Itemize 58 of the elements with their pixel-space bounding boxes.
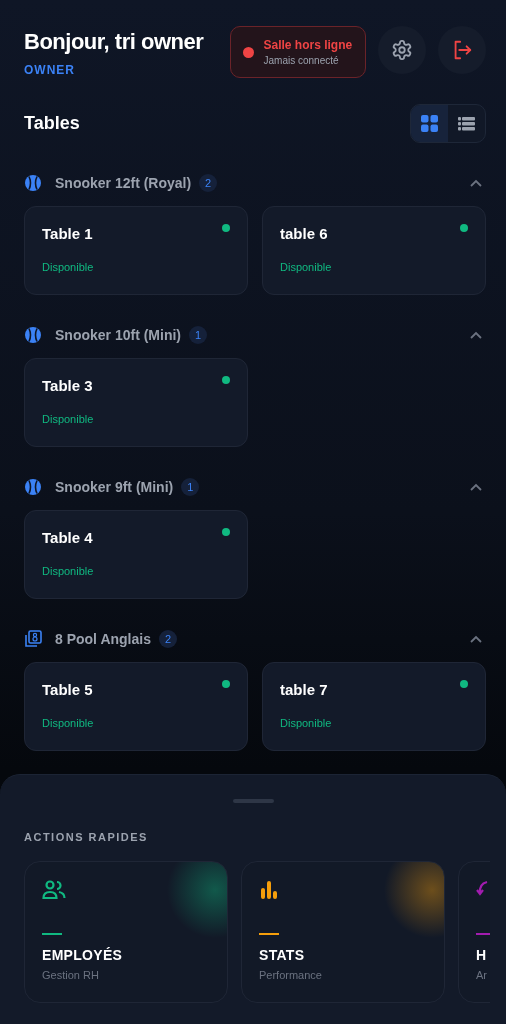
action-subtitle: Ar bbox=[476, 969, 488, 981]
status-dot-icon bbox=[242, 46, 254, 58]
logout-button[interactable] bbox=[438, 26, 486, 74]
action-subtitle: Performance bbox=[259, 969, 323, 981]
table-card[interactable]: Table 5 Disponible bbox=[24, 662, 248, 751]
action-subtitle: Gestion RH bbox=[42, 969, 100, 981]
group-header[interactable]: Snooker 10ft (Mini) 1 bbox=[24, 323, 486, 347]
table-card[interactable]: Table 4 Disponible bbox=[24, 510, 248, 599]
table-status: Disponible bbox=[42, 717, 95, 729]
table-status: Disponible bbox=[280, 261, 333, 273]
ball-icon bbox=[24, 326, 42, 344]
ball-stack-icon bbox=[24, 630, 42, 648]
table-card[interactable]: Table 1 Disponible bbox=[24, 206, 248, 295]
action-card[interactable]: EMPLOYÉS Gestion RH bbox=[24, 861, 228, 1003]
group-name: Snooker 10ft (Mini) bbox=[55, 327, 181, 343]
group-name: 8 Pool Anglais bbox=[55, 631, 151, 647]
table-name: Table 3 bbox=[42, 377, 94, 394]
quick-actions-title: ACTIONS RAPIDES bbox=[24, 831, 149, 843]
section-title: Tables bbox=[24, 113, 80, 134]
ball-icon bbox=[24, 478, 42, 496]
ball-icon bbox=[24, 174, 42, 192]
table-count: 2 bbox=[199, 174, 218, 192]
users-icon bbox=[42, 880, 66, 900]
settings-icon bbox=[391, 39, 414, 61]
action-title: EMPLOYÉS bbox=[42, 947, 124, 963]
table-card[interactable]: table 7 Disponible bbox=[262, 662, 486, 751]
group-header[interactable]: 8 Pool Anglais 2 bbox=[24, 627, 486, 651]
grid-view-button[interactable] bbox=[411, 105, 448, 142]
group-name: Snooker 12ft (Royal) bbox=[55, 175, 192, 191]
table-count: 2 bbox=[158, 630, 177, 648]
bar-chart-icon bbox=[259, 880, 279, 900]
table-name: Table 1 bbox=[42, 225, 94, 242]
role-label: OWNER bbox=[24, 63, 76, 77]
table-name: table 7 bbox=[280, 681, 329, 698]
connection-subtitle: Jamais connecté bbox=[263, 55, 340, 66]
action-title: H bbox=[476, 947, 488, 963]
table-card[interactable]: table 6 Disponible bbox=[262, 206, 486, 295]
table-card[interactable]: Table 3 Disponible bbox=[24, 358, 248, 447]
table-name: Table 5 bbox=[42, 681, 94, 698]
table-status: Disponible bbox=[42, 565, 95, 577]
connection-status[interactable]: Salle hors ligne Jamais connecté bbox=[229, 26, 367, 78]
action-card[interactable]: STATS Performance bbox=[241, 861, 445, 1003]
group-header[interactable]: Snooker 12ft (Royal) 2 bbox=[24, 171, 486, 195]
greeting-title: Bonjour, tri owner bbox=[24, 29, 205, 55]
table-name: table 6 bbox=[280, 225, 329, 242]
action-title: STATS bbox=[259, 947, 306, 963]
table-count: 1 bbox=[189, 326, 207, 344]
action-card[interactable]: H Ar bbox=[458, 861, 490, 1003]
table-status: Disponible bbox=[280, 717, 333, 729]
group-name: Snooker 9ft (Mini) bbox=[55, 479, 174, 495]
grid-icon bbox=[421, 115, 438, 132]
group-header[interactable]: Snooker 9ft (Mini) 1 bbox=[24, 475, 486, 499]
table-status: Disponible bbox=[42, 413, 95, 425]
table-name: Table 4 bbox=[42, 529, 94, 546]
table-status: Disponible bbox=[42, 261, 95, 273]
list-icon bbox=[458, 116, 475, 131]
table-count: 1 bbox=[181, 478, 200, 496]
connection-title: Salle hors ligne bbox=[263, 38, 353, 52]
